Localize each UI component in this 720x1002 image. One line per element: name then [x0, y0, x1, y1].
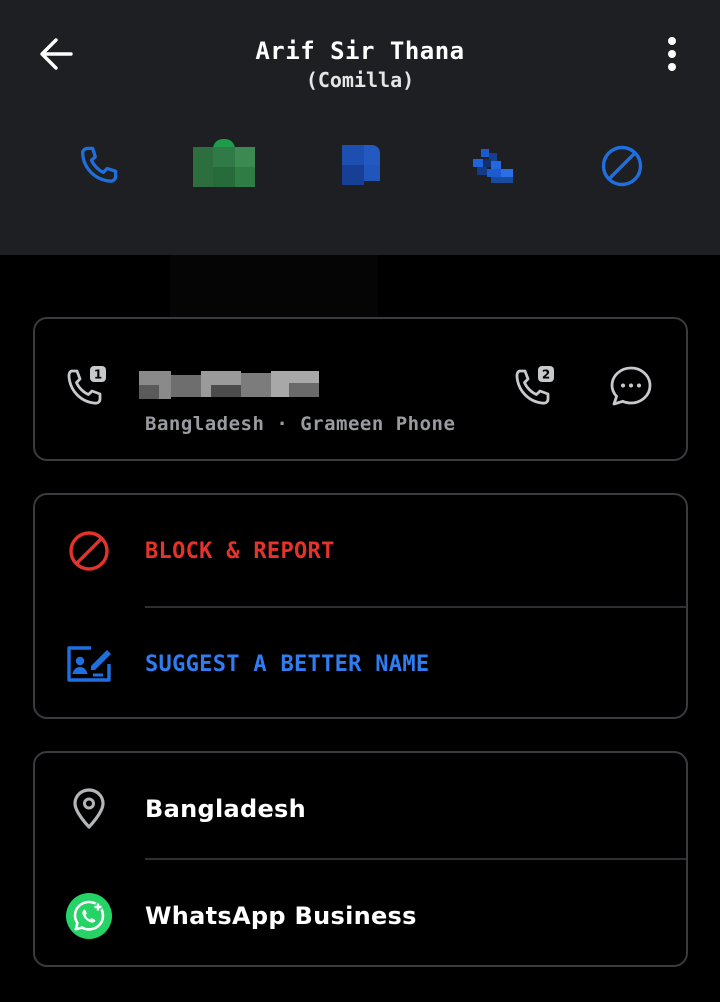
svg-text:2: 2 [542, 368, 550, 382]
more-options-button[interactable] [652, 32, 692, 76]
add-contact-action-button[interactable] [462, 140, 522, 192]
arrow-left-icon [40, 38, 73, 70]
phone-icon [81, 146, 118, 183]
sim1-call-icon: 1 [67, 366, 106, 405]
location-label: Bangladesh [145, 795, 307, 823]
message-button[interactable] [607, 363, 655, 411]
phone-number-row[interactable]: 1 Bangladesh · Grameen Phone 2 [35, 333, 686, 445]
block-report-icon-wrap [65, 527, 113, 575]
whatsapp-action-button[interactable] [192, 139, 256, 192]
block-report-row[interactable]: BLOCK & REPORT [35, 495, 686, 607]
contact-title-block: Arif Sir Thana (Comilla) [160, 36, 560, 94]
location-icon-wrap [65, 785, 113, 833]
chat-bubble-icon [610, 366, 652, 406]
phone-number-value [139, 371, 319, 413]
whatsapp-business-label: WhatsApp Business [145, 902, 417, 930]
sim1-call-button[interactable]: 1 [63, 363, 111, 411]
block-report-label: BLOCK & REPORT [145, 538, 335, 564]
details-card: Bangladesh WhatsApp Business [33, 751, 688, 967]
location-pin-icon [73, 788, 105, 829]
carrier-label: Bangladesh · Grameen Phone [145, 413, 456, 435]
contact-header: Arif Sir Thana (Comilla) [0, 0, 720, 255]
whatsapp-business-icon-wrap [65, 892, 113, 940]
block-icon [601, 145, 643, 187]
sim2-call-button[interactable]: 2 [511, 363, 559, 411]
more-vert-icon [668, 37, 676, 71]
contact-subtitle: (Comilla) [305, 68, 415, 92]
suggest-name-label: SUGGEST A BETTER NAME [145, 651, 430, 677]
whatsapp-business-row[interactable]: WhatsApp Business [35, 860, 686, 965]
suggest-name-icon-wrap [65, 640, 113, 688]
options-card: BLOCK & REPORT SUGGEST A BETTER NAME [33, 493, 688, 719]
sim2-call-icon: 2 [515, 366, 554, 405]
edit-card-icon [67, 646, 111, 682]
location-row: Bangladesh [35, 753, 686, 865]
whatsapp-icon [193, 139, 255, 187]
svg-text:1: 1 [94, 368, 102, 382]
back-button[interactable] [36, 34, 76, 74]
video-action-button[interactable] [334, 140, 386, 192]
suggest-name-row[interactable]: SUGGEST A BETTER NAME [35, 608, 686, 717]
add-contact-icon [469, 149, 515, 183]
whatsapp-icon [66, 893, 112, 939]
video-icon [338, 145, 382, 187]
call-action-button[interactable] [68, 140, 128, 192]
phone-number-card: 1 Bangladesh · Grameen Phone 2 [33, 317, 688, 461]
contact-name: Arif Sir Thana [255, 37, 465, 65]
block-icon [69, 531, 109, 571]
block-action-button[interactable] [592, 140, 652, 192]
